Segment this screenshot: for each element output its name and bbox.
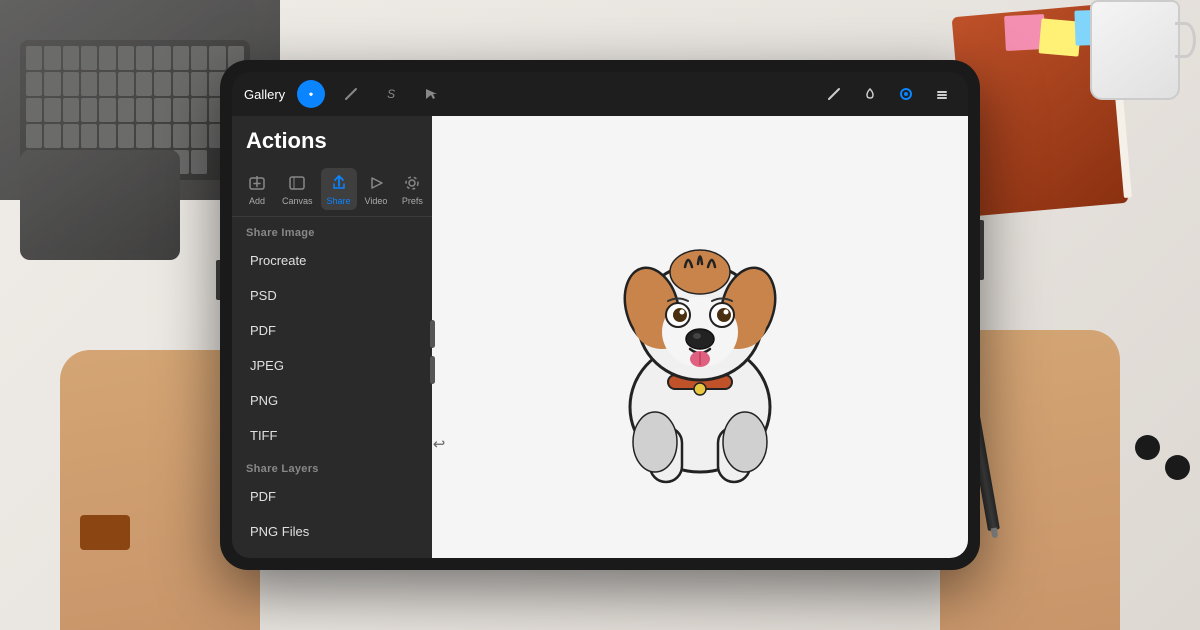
- pen-tool-right[interactable]: [820, 80, 848, 108]
- tab-share[interactable]: Share: [321, 168, 357, 210]
- gallery-button[interactable]: Gallery: [244, 87, 285, 102]
- actions-title: Actions: [232, 116, 432, 162]
- menu-item-procreate[interactable]: Procreate: [236, 244, 428, 277]
- tablet-screen: Gallery S: [232, 72, 968, 558]
- canvas-tab-label: Canvas: [282, 196, 313, 206]
- tab-prefs[interactable]: Prefs: [395, 168, 429, 210]
- tab-add[interactable]: Add: [240, 168, 274, 210]
- watercolor-tool-right[interactable]: [856, 80, 884, 108]
- prefs-tab-icon: [401, 172, 423, 194]
- tablet-button-right[interactable]: [980, 220, 984, 280]
- smudge-tool-icon[interactable]: [337, 80, 365, 108]
- action-tabs: Add Canvas: [232, 162, 432, 217]
- share-tab-icon: [328, 172, 350, 194]
- coffee-mug: [1090, 0, 1180, 100]
- scroll-indicators: [430, 320, 435, 384]
- watch: [80, 515, 130, 550]
- right-tools: [820, 80, 956, 108]
- tab-canvas[interactable]: Canvas: [276, 168, 319, 210]
- prefs-tab-label: Prefs: [402, 196, 423, 206]
- menu-item-animated-gif[interactable]: Animated GIF: [236, 550, 428, 558]
- brush-tool-icon[interactable]: [297, 80, 325, 108]
- add-tab-icon: [246, 172, 268, 194]
- layers-tool-right[interactable]: [928, 80, 956, 108]
- canvas-tab-icon: [286, 172, 308, 194]
- share-image-section-title: Share Image: [232, 217, 432, 243]
- add-tab-label: Add: [249, 196, 265, 206]
- dog-illustration: [560, 177, 840, 497]
- video-tab-icon: [365, 172, 387, 194]
- video-tab-label: Video: [365, 196, 388, 206]
- erase-tool-icon[interactable]: S: [377, 80, 405, 108]
- share-layers-section-title: Share Layers: [232, 453, 432, 479]
- color-tool-right[interactable]: [892, 80, 920, 108]
- menu-item-png[interactable]: PNG: [236, 384, 428, 417]
- menu-item-psd[interactable]: PSD: [236, 279, 428, 312]
- menu-item-jpeg[interactable]: JPEG: [236, 349, 428, 382]
- tablet-button-left[interactable]: [216, 260, 220, 300]
- share-tab-label: Share: [327, 196, 351, 206]
- tab-video[interactable]: Video: [359, 168, 394, 210]
- undo-button[interactable]: ↩: [428, 433, 450, 455]
- menu-item-png-files[interactable]: PNG Files: [236, 515, 428, 548]
- main-content: Actions Add: [232, 116, 968, 558]
- menu-item-tiff[interactable]: TIFF: [236, 419, 428, 452]
- actions-sidebar: Actions Add: [232, 116, 432, 558]
- tablet: Gallery S: [220, 60, 980, 570]
- canvas-area[interactable]: [432, 116, 968, 558]
- menu-item-pdf-image[interactable]: PDF: [236, 314, 428, 347]
- top-bar: Gallery S: [232, 72, 968, 116]
- selection-tool-icon[interactable]: [417, 80, 445, 108]
- menu-item-pdf-layers[interactable]: PDF: [236, 480, 428, 513]
- trackpad: [20, 150, 180, 260]
